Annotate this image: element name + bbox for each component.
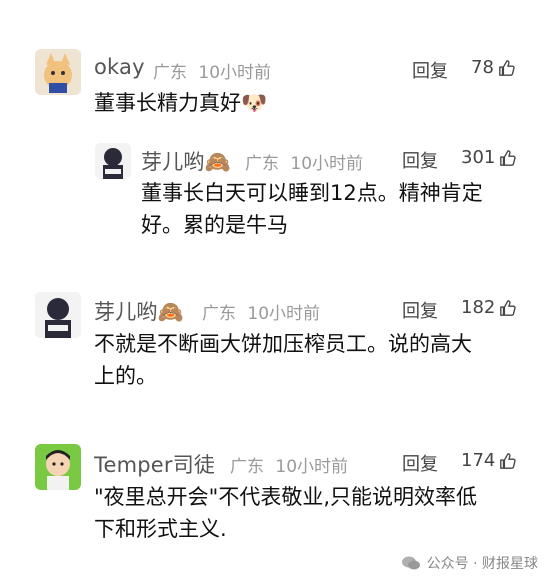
commenter-name[interactable]: okay xyxy=(94,55,145,79)
comment-location-time: 广东 10小时前 xyxy=(153,58,271,83)
comment-location-time: 广东 10小时前 xyxy=(245,149,363,174)
avatar-yaerr[interactable] xyxy=(95,143,131,179)
like-button[interactable]: 301 xyxy=(461,147,517,168)
comment-location: 广东 xyxy=(153,63,187,83)
thumbs-up-icon xyxy=(500,452,517,469)
comment-location: 广东 xyxy=(245,154,279,174)
commenter-name[interactable]: 芽儿哟🙈 xyxy=(141,146,231,176)
comment-location-time: 广东 10小时前 xyxy=(230,452,348,477)
comment-body: "夜里总开会"不代表敬业,只能说明效率低 下和形式主义. xyxy=(94,485,477,541)
like-count: 78 xyxy=(471,57,494,78)
comment-location: 广东 xyxy=(230,457,264,477)
comment-body: 董事长白天可以睡到12点。精神肯定 好。累的是牛马 xyxy=(141,181,483,237)
comment-location-time: 广东 10小时前 xyxy=(202,299,320,324)
comment-location: 广东 xyxy=(202,304,236,324)
commenter-name[interactable]: 芽儿哟🙈 xyxy=(94,296,184,326)
watermark-text: 公众号 · 财报星球 xyxy=(426,556,538,572)
reply-button[interactable]: 回复 xyxy=(402,450,438,476)
avatar-temper[interactable] xyxy=(35,444,81,490)
avatar-okay[interactable] xyxy=(35,49,81,95)
comment-time: 10小时前 xyxy=(290,154,364,174)
comment-time: 10小时前 xyxy=(198,63,272,83)
comment-time: 10小时前 xyxy=(247,304,321,324)
watermark: 公众号 · 财报星球 xyxy=(401,553,538,573)
commenter-name[interactable]: Temper司徒 xyxy=(94,449,215,479)
reply-button[interactable]: 回复 xyxy=(402,297,438,323)
comment-time: 10小时前 xyxy=(275,457,349,477)
avatar-yaerr[interactable] xyxy=(35,292,81,338)
thumbs-up-icon xyxy=(500,149,517,166)
wechat-icon xyxy=(401,556,420,570)
like-count: 301 xyxy=(461,147,496,168)
comment-body: 董事长精力真好🐶 xyxy=(94,91,268,115)
thumbs-up-icon xyxy=(500,299,517,316)
like-count: 174 xyxy=(461,450,496,471)
reply-button[interactable]: 回复 xyxy=(412,57,448,83)
like-button[interactable]: 174 xyxy=(461,450,517,471)
reply-button[interactable]: 回复 xyxy=(402,147,438,173)
like-button[interactable]: 182 xyxy=(461,297,517,318)
comment-body: 不就是不断画大饼加压榨员工。说的高大 上的。 xyxy=(94,332,472,388)
thumbs-up-icon xyxy=(499,59,515,76)
like-button[interactable]: 78 xyxy=(471,57,516,78)
like-count: 182 xyxy=(461,297,496,318)
